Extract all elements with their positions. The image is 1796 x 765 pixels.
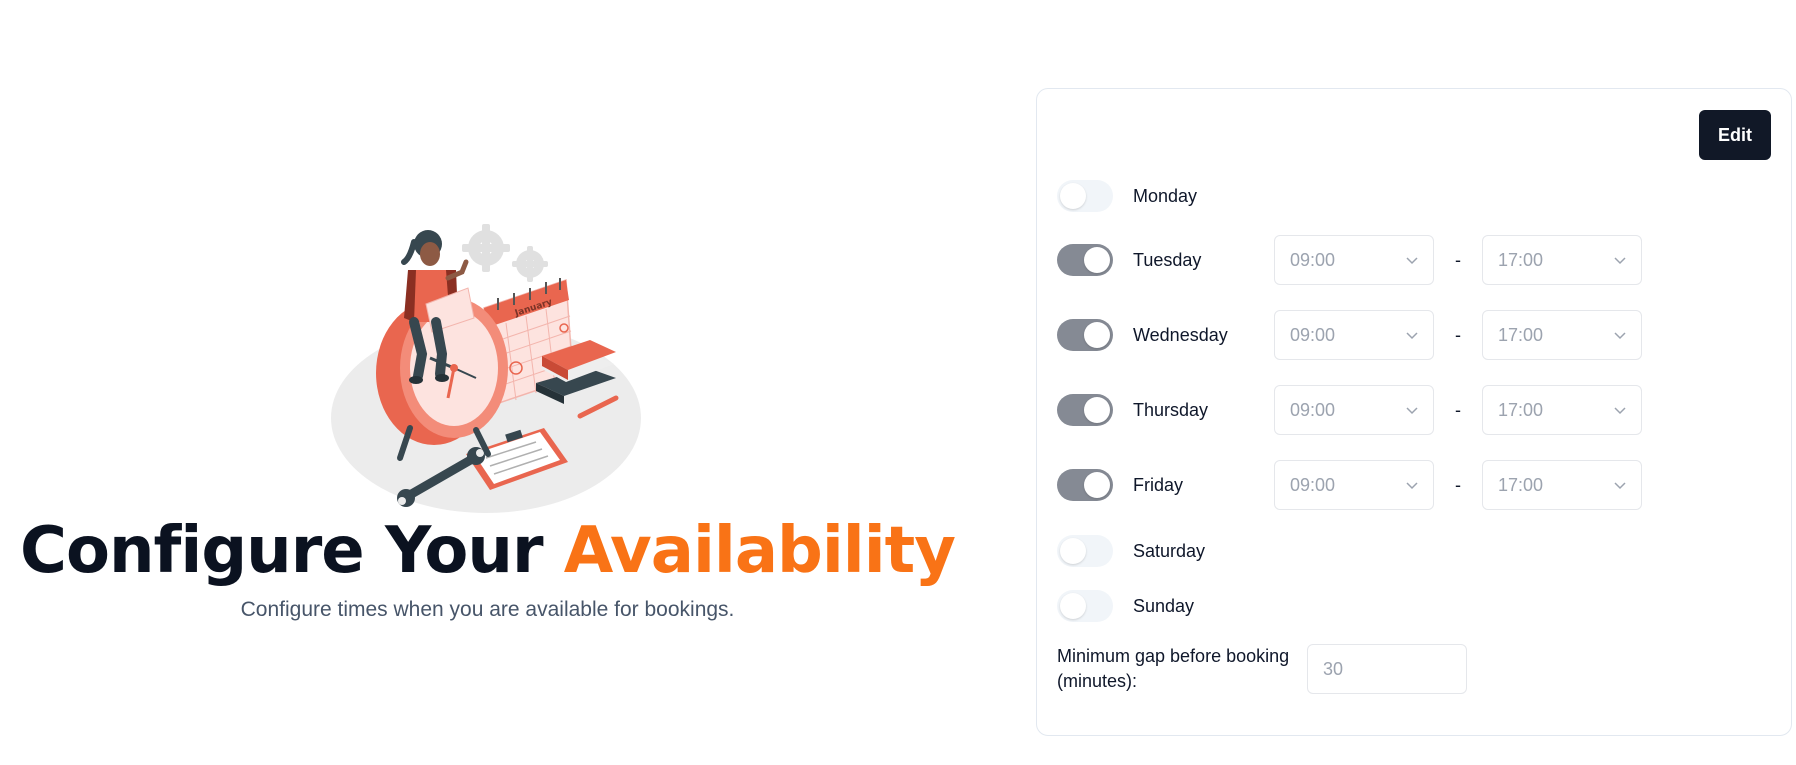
- toggle-monday[interactable]: [1057, 180, 1113, 212]
- day-row-tuesday: Tuesday 09:00 - 17:00: [1057, 235, 1642, 285]
- start-time-select-friday[interactable]: 09:00: [1274, 460, 1434, 510]
- day-row-sunday: Sunday: [1057, 581, 1274, 631]
- day-label-monday: Monday: [1133, 185, 1198, 206]
- time-range-separator: -: [1455, 324, 1461, 345]
- toggle-friday[interactable]: [1057, 469, 1113, 501]
- toggle-knob: [1084, 472, 1110, 498]
- chevron-down-icon: [1614, 482, 1626, 490]
- end-time-select-thursday[interactable]: 17:00: [1482, 385, 1642, 435]
- toggle-tuesday[interactable]: [1057, 244, 1113, 276]
- chevron-down-icon: [1614, 257, 1626, 265]
- chevron-down-icon: [1406, 257, 1418, 265]
- min-gap-label: Minimum gap before booking (minutes):: [1057, 646, 1290, 691]
- end-time-value: 17:00: [1498, 399, 1544, 420]
- end-time-select-tuesday[interactable]: 17:00: [1482, 235, 1642, 285]
- start-time-value: 09:00: [1290, 249, 1336, 270]
- toggle-wednesday[interactable]: [1057, 319, 1113, 351]
- toggle-knob: [1084, 247, 1110, 273]
- availability-card: Edit Monday Tuesday 09:00 - 17:00 Wednes…: [1036, 88, 1792, 736]
- page-title: Configure Your Availability: [0, 514, 975, 588]
- end-time-value: 17:00: [1498, 474, 1544, 495]
- edit-button[interactable]: Edit: [1699, 110, 1771, 160]
- toggle-saturday[interactable]: [1057, 535, 1113, 567]
- toggle-knob: [1084, 397, 1110, 423]
- day-row-monday: Monday: [1057, 171, 1274, 221]
- page-title-main: Configure Your: [20, 514, 564, 588]
- chevron-down-icon: [1614, 407, 1626, 415]
- time-range-separator: -: [1455, 249, 1461, 270]
- time-range-separator: -: [1455, 399, 1461, 420]
- start-time-value: 09:00: [1290, 474, 1336, 495]
- chevron-down-icon: [1614, 332, 1626, 340]
- time-range-separator: -: [1455, 474, 1461, 495]
- day-row-wednesday: Wednesday 09:00 - 17:00: [1057, 310, 1642, 360]
- start-time-select-wednesday[interactable]: 09:00: [1274, 310, 1434, 360]
- end-time-select-friday[interactable]: 17:00: [1482, 460, 1642, 510]
- page-subtitle: Configure times when you are available f…: [240, 598, 735, 621]
- day-label-friday: Friday: [1133, 474, 1184, 495]
- chevron-down-icon: [1406, 482, 1418, 490]
- toggle-thursday[interactable]: [1057, 394, 1113, 426]
- day-label-wednesday: Wednesday: [1133, 324, 1228, 345]
- toggle-knob: [1060, 538, 1086, 564]
- day-label-tuesday: Tuesday: [1133, 249, 1202, 270]
- toggle-knob: [1084, 322, 1110, 348]
- start-time-value: 09:00: [1290, 399, 1336, 420]
- end-time-value: 17:00: [1498, 324, 1544, 345]
- chevron-down-icon: [1406, 332, 1418, 340]
- hero-section: January Configure Your Availability Conf…: [0, 0, 975, 765]
- min-gap-input[interactable]: [1307, 644, 1467, 694]
- day-row-thursday: Thursday 09:00 - 17:00: [1057, 385, 1642, 435]
- end-time-select-wednesday[interactable]: 17:00: [1482, 310, 1642, 360]
- day-label-thursday: Thursday: [1133, 399, 1209, 420]
- page-title-accent: Availability: [563, 514, 956, 588]
- start-time-value: 09:00: [1290, 324, 1336, 345]
- min-gap-row: Minimum gap before booking (minutes):: [1057, 644, 1467, 694]
- start-time-select-tuesday[interactable]: 09:00: [1274, 235, 1434, 285]
- day-row-saturday: Saturday: [1057, 526, 1274, 576]
- day-label-sunday: Sunday: [1133, 595, 1195, 616]
- chevron-down-icon: [1406, 407, 1418, 415]
- start-time-select-thursday[interactable]: 09:00: [1274, 385, 1434, 435]
- toggle-knob: [1060, 183, 1086, 209]
- availability-illustration: January: [326, 218, 656, 518]
- toggle-sunday[interactable]: [1057, 590, 1113, 622]
- toggle-knob: [1060, 593, 1086, 619]
- day-row-friday: Friday 09:00 - 17:00: [1057, 460, 1642, 510]
- end-time-value: 17:00: [1498, 249, 1544, 270]
- day-label-saturday: Saturday: [1133, 540, 1206, 561]
